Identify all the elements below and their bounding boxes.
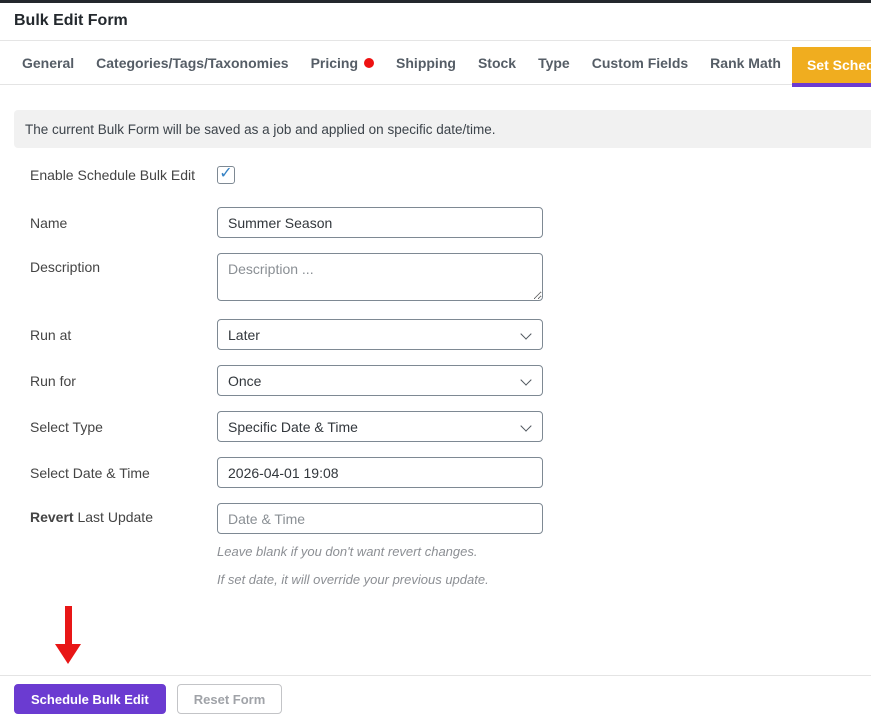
- enable-schedule-label: Enable Schedule Bulk Edit: [30, 167, 217, 183]
- enable-schedule-checkbox[interactable]: ✓: [217, 166, 235, 184]
- select-datetime-row: Select Date & Time: [30, 457, 871, 488]
- run-at-selected-value: Later: [228, 327, 260, 343]
- schedule-form: Enable Schedule Bulk Edit ✓ Name Descrip…: [0, 148, 871, 587]
- tab-set-schedule[interactable]: Set Schedule: [792, 47, 871, 87]
- red-arrow-down-icon: [53, 606, 83, 664]
- name-row: Name: [30, 207, 871, 238]
- run-for-select[interactable]: Once: [217, 365, 543, 396]
- tab-custom-fields[interactable]: Custom Fields: [581, 41, 699, 84]
- run-for-selected-value: Once: [228, 373, 261, 389]
- schedule-bulk-edit-button[interactable]: Schedule Bulk Edit: [14, 684, 166, 714]
- info-notice-text: The current Bulk Form will be saved as a…: [25, 122, 496, 137]
- revert-row: Revert Last Update Leave blank if you do…: [30, 503, 871, 587]
- page-header: Bulk Edit Form: [0, 3, 871, 41]
- info-notice: The current Bulk Form will be saved as a…: [14, 110, 871, 148]
- tab-general[interactable]: General: [11, 41, 85, 84]
- select-type-row: Select Type Specific Date & Time: [30, 411, 871, 442]
- select-type-label: Select Type: [30, 419, 217, 435]
- name-input[interactable]: [217, 207, 543, 238]
- run-for-row: Run for Once: [30, 365, 871, 396]
- pricing-alert-dot-icon: [364, 58, 374, 68]
- run-at-row: Run at Later: [30, 319, 871, 350]
- enable-schedule-row: Enable Schedule Bulk Edit ✓: [30, 166, 871, 184]
- tab-categories-tags-taxonomies[interactable]: Categories/Tags/Taxonomies: [85, 41, 299, 84]
- run-at-select[interactable]: Later: [217, 319, 543, 350]
- tab-shipping[interactable]: Shipping: [385, 41, 467, 84]
- select-datetime-label: Select Date & Time: [30, 465, 217, 481]
- select-type-selected-value: Specific Date & Time: [228, 419, 358, 435]
- tab-rank-math[interactable]: Rank Math: [699, 41, 792, 84]
- run-at-label: Run at: [30, 327, 217, 343]
- revert-help-2: If set date, it will override your previ…: [217, 572, 543, 587]
- tab-bar: General Categories/Tags/Taxonomies Prici…: [0, 41, 871, 85]
- select-datetime-input[interactable]: [217, 457, 543, 488]
- description-row: Description: [30, 253, 871, 304]
- revert-help-1: Leave blank if you don't want revert cha…: [217, 544, 543, 559]
- reset-form-button[interactable]: Reset Form: [177, 684, 283, 714]
- description-label: Description: [30, 253, 217, 275]
- revert-label: Revert Last Update: [30, 503, 217, 525]
- revert-datetime-input[interactable]: [217, 503, 543, 534]
- run-for-label: Run for: [30, 373, 217, 389]
- select-type-select[interactable]: Specific Date & Time: [217, 411, 543, 442]
- form-footer: Schedule Bulk Edit Reset Form: [0, 675, 871, 722]
- tab-type[interactable]: Type: [527, 41, 581, 84]
- description-textarea[interactable]: [217, 253, 543, 301]
- page-title: Bulk Edit Form: [14, 12, 128, 29]
- annotation-zone: [0, 602, 871, 675]
- check-icon: ✓: [219, 166, 232, 182]
- tab-pricing[interactable]: Pricing: [300, 41, 385, 84]
- tab-stock[interactable]: Stock: [467, 41, 527, 84]
- name-label: Name: [30, 215, 217, 231]
